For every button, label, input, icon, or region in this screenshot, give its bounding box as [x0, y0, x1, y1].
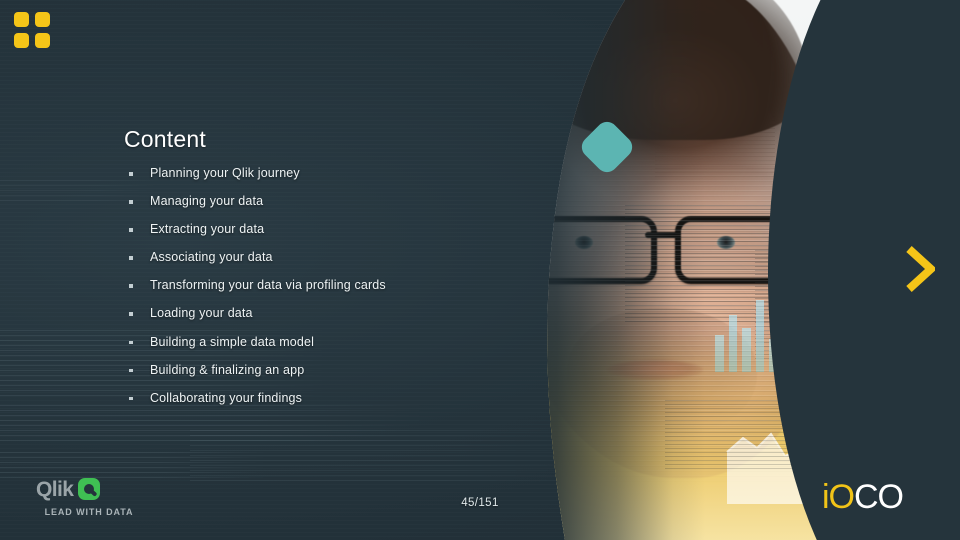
content-block: Content Planning your Qlik journey Manag… [124, 126, 554, 420]
qlik-tagline: LEAD WITH DATA [44, 507, 134, 517]
hero-photo [505, 0, 960, 540]
qlik-logo: Qlik LEAD WITH DATA [36, 476, 164, 517]
ioco-logo-primary: iO [822, 478, 855, 516]
chevron-right-icon[interactable] [905, 246, 935, 292]
agenda-list: Planning your Qlik journey Managing your… [124, 167, 554, 404]
presentation-slide: Content Planning your Qlik journey Manag… [0, 0, 960, 540]
qlik-wordmark: Qlik [36, 477, 74, 501]
grid-logo-square [35, 33, 50, 48]
ioco-logo-secondary: CO [854, 478, 904, 516]
grid-logo-square [14, 12, 29, 27]
grid-logo-square [35, 12, 50, 27]
qlik-q-icon [78, 478, 101, 500]
list-item: Extracting your data [124, 223, 554, 236]
qlik-logo-row: Qlik [36, 476, 164, 502]
list-item: Planning your Qlik journey [124, 167, 554, 180]
list-item: Loading your data [124, 307, 554, 320]
page-title: Content [124, 126, 206, 152]
list-item: Building a simple data model [124, 336, 554, 349]
ioco-logo: iOCO [822, 478, 904, 516]
list-item: Associating your data [124, 251, 554, 264]
grid-logo-square [14, 33, 29, 48]
list-item: Managing your data [124, 195, 554, 208]
list-item: Building & finalizing an app [124, 364, 554, 377]
list-item: Transforming your data via profiling car… [124, 279, 554, 292]
list-item: Collaborating your findings [124, 392, 554, 405]
grid-logo-icon [14, 12, 50, 48]
